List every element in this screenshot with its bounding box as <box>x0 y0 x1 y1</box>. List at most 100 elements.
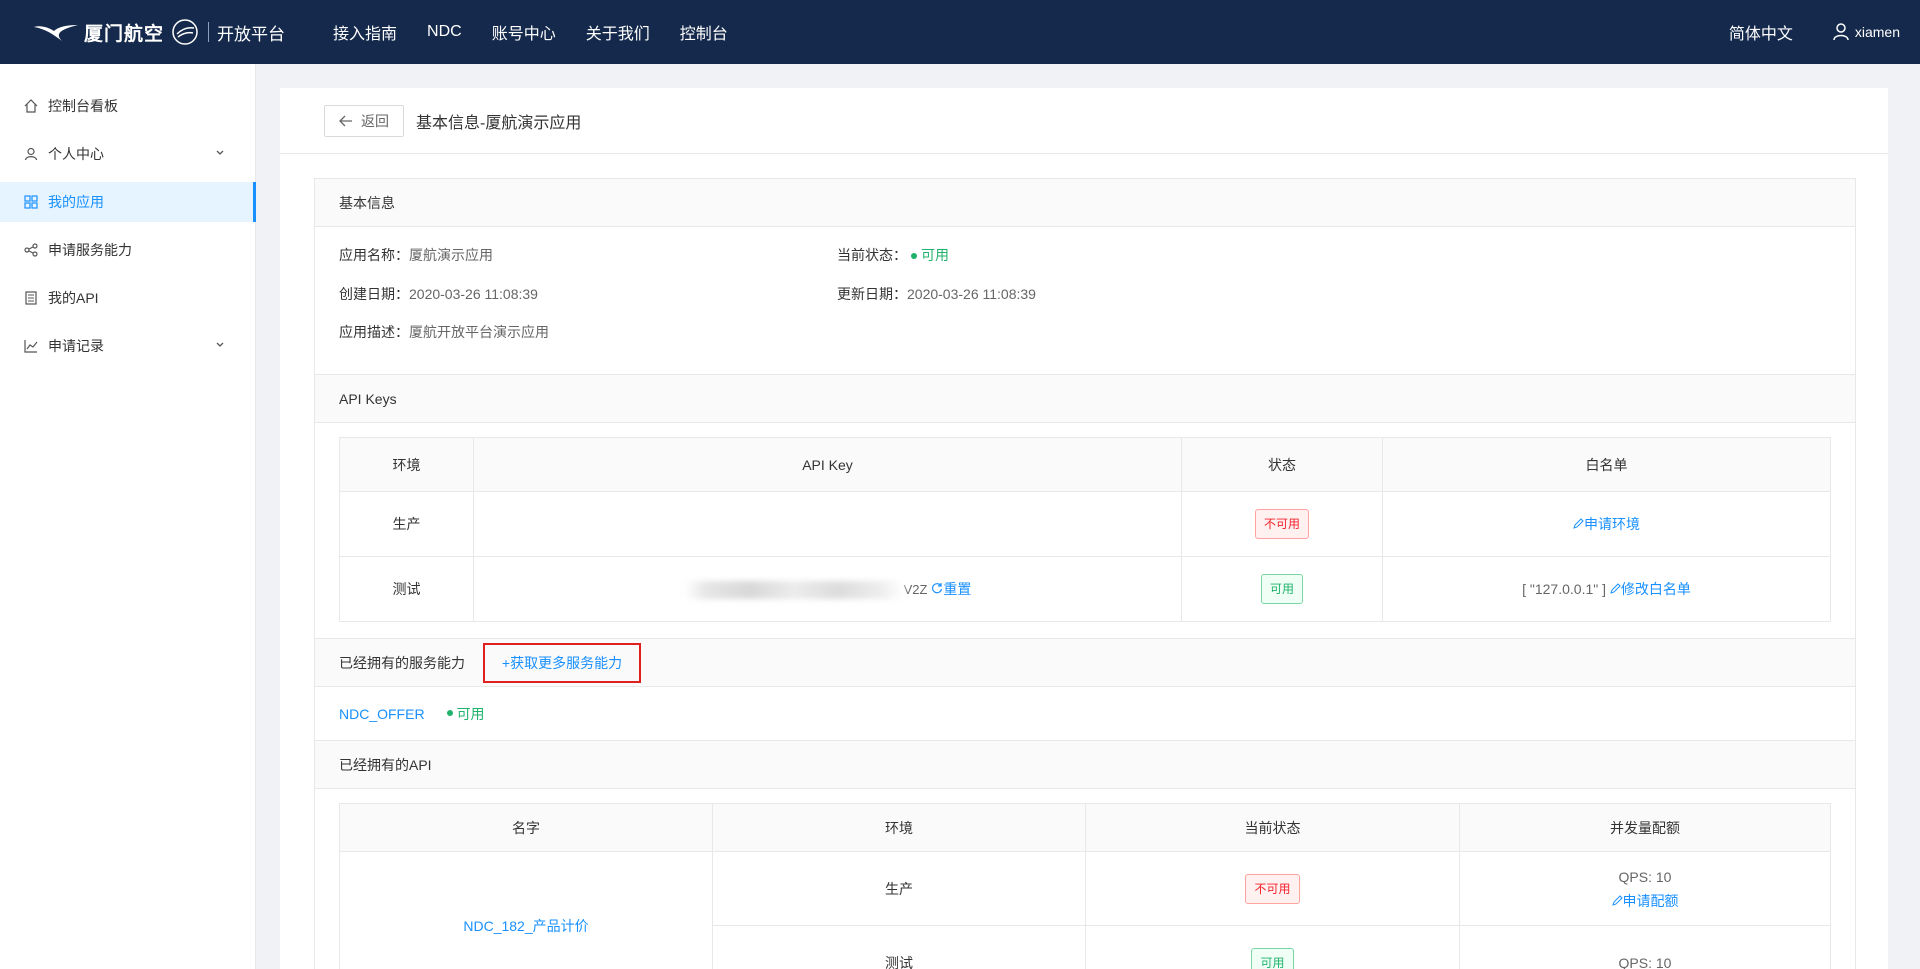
quota-cell: QPS: 10 申请配额 <box>1459 851 1831 926</box>
page-title: 基本信息-厦航演示应用 <box>416 114 582 132</box>
services-header: 已经拥有的服务能力 +获取更多服务能力 <box>315 639 1855 687</box>
doc-icon <box>25 291 37 305</box>
sidebar-item-my-api[interactable]: 我的API <box>0 278 255 318</box>
api-keys-header: API Keys <box>315 375 1855 423</box>
main-nav: 接入指南 NDC 账号中心 关于我们 控制台 <box>333 0 758 64</box>
nav-guide[interactable]: 接入指南 <box>333 20 397 44</box>
sidebar-item-apply-service[interactable]: 申请服务能力 <box>0 230 255 270</box>
status-cell: 不可用 <box>1181 491 1383 557</box>
env-cell: 生产 <box>339 491 474 557</box>
service-name-link[interactable]: NDC_OFFER <box>339 706 425 722</box>
api-key-cell <box>473 491 1182 557</box>
col-env: 环境 <box>712 803 1086 852</box>
desc-row: 应用描述：厦航开放平台演示应用 <box>339 322 549 342</box>
sidebar: 控制台看板 个人中心 我的应用 申请服务能力 我的API 申请记录 <box>0 64 256 969</box>
apply-env-link[interactable]: 申请环境 <box>1573 516 1640 532</box>
edit-whitelist-link[interactable]: 修改白名单 <box>1610 581 1691 597</box>
status-label: 当前状态： <box>837 247 907 263</box>
status-badge: 可用 <box>1251 947 1294 969</box>
back-button[interactable]: 返回 <box>324 104 404 137</box>
chevron-down-icon <box>216 150 224 155</box>
whitelist-value: [ "127.0.0.1" ] <box>1522 581 1606 597</box>
whitelist-cell: 申请环境 <box>1382 491 1831 557</box>
api-keys-table: 环境 API Key 状态 白名单 生产 不可用 申请环境 测试 V2Z 重置 … <box>339 437 1831 622</box>
edit-icon <box>1573 518 1584 529</box>
home-icon <box>24 99 38 113</box>
nav-ndc[interactable]: NDC <box>427 23 462 41</box>
col-name: 名字 <box>339 803 713 852</box>
status-cell: 不可用 <box>1085 851 1460 926</box>
brand-logo[interactable]: 厦门航空 开放平台 <box>32 0 285 64</box>
app-name-label: 应用名称： <box>339 247 409 263</box>
sidebar-item-label: 申请服务能力 <box>48 242 132 258</box>
apis-header: 已经拥有的API <box>315 741 1855 789</box>
env-cell: 测试 <box>339 556 474 622</box>
table-row: 生产 不可用 申请环境 <box>339 491 1831 557</box>
sidebar-item-label: 个人中心 <box>48 146 104 162</box>
apply-quota-link[interactable]: 申请配额 <box>1611 893 1679 909</box>
app-detail-card: 基本信息 应用名称：厦航演示应用 当前状态： 可用 创建日期：2020-03-26… <box>314 178 1856 969</box>
sidebar-item-label: 控制台看板 <box>48 98 118 114</box>
nav-about[interactable]: 关于我们 <box>586 20 650 44</box>
language-switch[interactable]: 简体中文 <box>1729 20 1793 44</box>
edit-icon <box>1610 583 1621 594</box>
api-name-link[interactable]: NDC_182_产品计价 <box>463 918 588 934</box>
sidebar-item-dashboard[interactable]: 控制台看板 <box>0 86 255 126</box>
main-content: 返回 基本信息-厦航演示应用 基本信息 应用名称：厦航演示应用 当前状态： 可用 … <box>280 88 1888 969</box>
col-api-key: API Key <box>473 437 1182 492</box>
top-navigation-bar: 厦门航空 开放平台 接入指南 NDC 账号中心 关于我们 控制台 简体中文 xi… <box>0 0 1920 64</box>
created-label: 创建日期： <box>339 286 409 302</box>
user-menu[interactable]: xiamen <box>1833 23 1900 41</box>
apps-icon <box>24 195 38 209</box>
username: xiamen <box>1854 24 1900 40</box>
status-cell: 可用 <box>1181 556 1383 622</box>
quota-cell: QPS: 10 <box>1459 925 1831 969</box>
sidebar-item-my-apps[interactable]: 我的应用 <box>0 182 256 222</box>
get-more-services-button[interactable]: +获取更多服务能力 <box>483 642 641 683</box>
sidebar-item-profile[interactable]: 个人中心 <box>0 134 255 174</box>
env-cell: 生产 <box>712 851 1086 926</box>
platform-name: 开放平台 <box>217 24 286 44</box>
status-badge: 不可用 <box>1245 873 1300 904</box>
table-header-row: 环境 API Key 状态 白名单 <box>339 437 1831 492</box>
sidebar-item-label: 申请记录 <box>48 338 104 354</box>
col-status: 状态 <box>1181 437 1383 492</box>
back-label: 返回 <box>361 112 389 129</box>
api-key-cell: V2Z 重置 <box>473 556 1182 622</box>
col-env: 环境 <box>339 437 474 492</box>
api-name-cell: NDC_182_产品计价 <box>339 851 713 969</box>
desc-label: 应用描述： <box>339 324 409 340</box>
app-name-row: 应用名称：厦航演示应用 <box>339 245 493 265</box>
table-row: 测试 V2Z 重置 可用 [ "127.0.0.1" ] 修改白名单 <box>339 556 1831 622</box>
status-badge: 不可用 <box>1254 509 1309 539</box>
reset-key-link[interactable]: 重置 <box>931 581 971 597</box>
masked-api-key <box>683 581 904 600</box>
user-icon <box>24 147 38 161</box>
edit-icon <box>1611 894 1623 906</box>
status-cell: 可用 <box>1085 925 1460 969</box>
refresh-icon <box>932 582 943 594</box>
updated-row: 更新日期：2020-03-26 11:08:39 <box>837 284 1036 304</box>
col-current-status: 当前状态 <box>1085 803 1460 852</box>
created-row: 创建日期：2020-03-26 11:08:39 <box>339 284 538 304</box>
status-dot <box>911 252 917 259</box>
apis-table: 名字 环境 当前状态 并发量配额 NDC_182_产品计价 生产 不可用 QPS… <box>339 803 1831 969</box>
quota-value: QPS: 10 <box>1618 954 1672 969</box>
nav-console[interactable]: 控制台 <box>680 20 728 44</box>
egret-logo-icon <box>34 25 78 41</box>
env-cell: 测试 <box>712 925 1086 969</box>
service-status: 可用 <box>456 705 485 722</box>
brand-name: 厦门航空 <box>84 23 165 45</box>
updated-label: 更新日期： <box>837 286 907 302</box>
sidebar-item-records[interactable]: 申请记录 <box>0 326 255 366</box>
services-title: 已经拥有的服务能力 <box>339 654 465 671</box>
status-row: 当前状态： 可用 <box>837 245 949 265</box>
status-value: 可用 <box>921 247 949 263</box>
apis-table-wrap: 名字 环境 当前状态 并发量配额 NDC_182_产品计价 生产 不可用 QPS… <box>315 789 1855 969</box>
top-right-area: 简体中文 xiamen <box>1729 0 1920 64</box>
arrow-left-icon <box>339 115 352 126</box>
col-quota: 并发量配额 <box>1459 803 1831 852</box>
nav-account[interactable]: 账号中心 <box>492 20 556 44</box>
table-header-row: 名字 环境 当前状态 并发量配额 <box>339 803 1831 852</box>
logo-divider <box>208 22 210 42</box>
